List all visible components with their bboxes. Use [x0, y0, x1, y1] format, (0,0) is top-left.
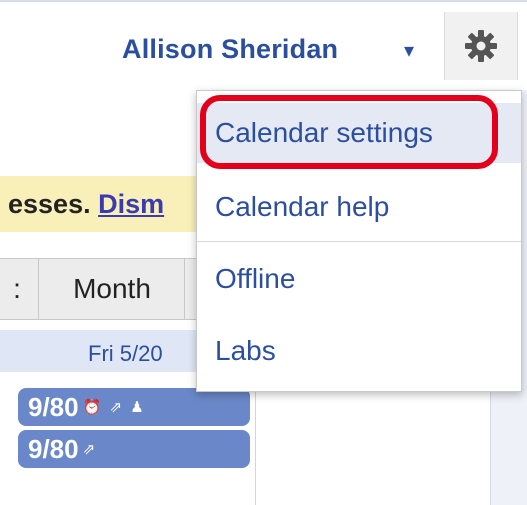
calendar-event[interactable]: 9/80 ⏰ ⇗ ♟ [18, 388, 250, 426]
day-label[interactable]: Fri 5/20 [88, 341, 163, 367]
menu-item-label: Labs [215, 335, 276, 366]
menu-item-label: Calendar help [215, 191, 390, 222]
view-button-label: Month [73, 273, 151, 304]
event-status-icons: ⇗ [82, 441, 98, 458]
menu-item-label: Offline [215, 263, 296, 294]
notice-text: esses. Dism [8, 189, 164, 220]
menu-item-offline[interactable]: Offline [197, 249, 521, 309]
view-button-month[interactable]: Month [38, 258, 186, 320]
menu-divider [197, 241, 521, 242]
calendar-event[interactable]: 9/80 ⇗ [18, 430, 250, 468]
notice-message: esses. [8, 189, 99, 219]
menu-item-labs[interactable]: Labs [197, 321, 521, 381]
event-status-icons: ⏰ ⇗ ♟ [82, 399, 146, 416]
dismiss-link[interactable]: Dism [98, 189, 164, 219]
gear-icon [465, 30, 497, 62]
notice-bar: esses. Dism [0, 176, 200, 232]
user-name[interactable]: Allison Sheridan [122, 34, 338, 65]
view-button-previous[interactable]: : [0, 258, 40, 320]
event-title: 9/80 [28, 433, 79, 464]
view-switcher: : Month [0, 258, 206, 320]
chevron-down-icon[interactable]: ▾ [404, 38, 414, 63]
view-button-label: : [13, 273, 21, 304]
settings-button[interactable] [444, 12, 518, 80]
highlight-annotation [200, 95, 498, 169]
event-title: 9/80 [28, 391, 79, 422]
menu-item-calendar-help[interactable]: Calendar help [197, 177, 521, 237]
